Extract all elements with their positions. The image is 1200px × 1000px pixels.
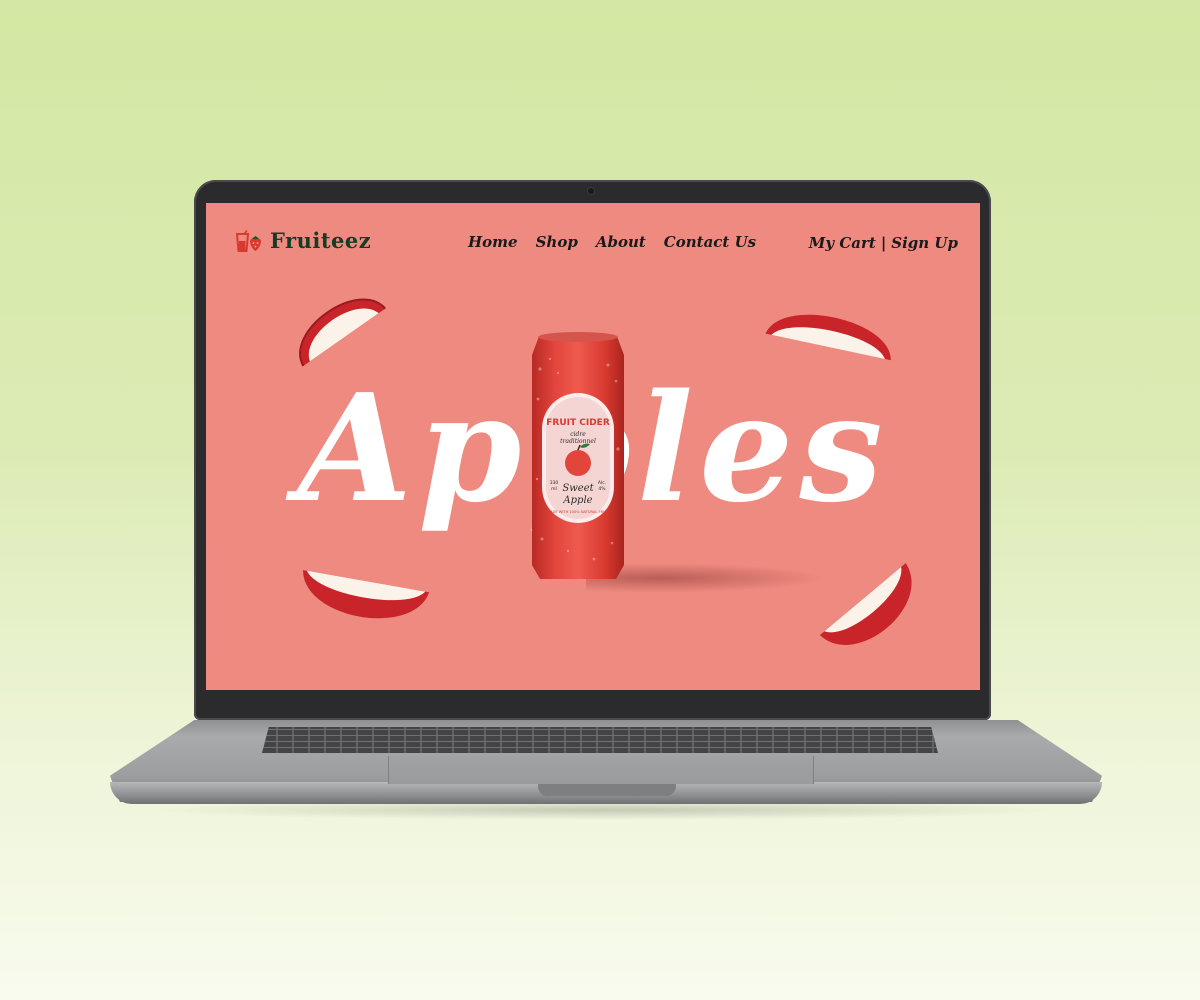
can-ribbon: MADE WITH 100% NATURAL FRUIT	[547, 510, 610, 514]
can-subtitle-1: cidre	[570, 431, 586, 438]
sign-up-link[interactable]: Sign Up	[891, 234, 958, 252]
cider-can: FRUIT CIDER cidre traditionnel 330 ml Al…	[532, 332, 624, 579]
brand-name: Fruiteez	[270, 228, 372, 253]
webcam	[588, 188, 594, 194]
account-separator: |	[880, 234, 887, 252]
laptop-lid: Fruiteez Home Shop About Contact Us My C…	[194, 180, 991, 720]
can-name-2: Apple	[562, 495, 592, 506]
can-title: FRUIT CIDER	[546, 418, 610, 428]
laptop-notch	[538, 784, 676, 796]
can-volume-unit: ml	[551, 486, 557, 492]
laptop-keyboard	[262, 727, 938, 753]
nav-contact-us[interactable]: Contact Us	[664, 233, 756, 251]
account-links: My Cart | Sign Up	[809, 234, 958, 252]
can-alc-value: 4%	[598, 486, 606, 492]
juice-glass-strawberry-icon	[236, 229, 261, 252]
nav-shop[interactable]: Shop	[536, 233, 578, 251]
apple-slice-bottom-left	[303, 570, 430, 619]
site-logo[interactable]: Fruiteez	[236, 228, 371, 253]
can-subtitle-2: traditionnel	[560, 438, 596, 445]
can-name-1: Sweet	[562, 483, 594, 494]
main-nav: Home Shop About Contact Us	[468, 233, 756, 251]
nav-home[interactable]: Home	[468, 233, 518, 251]
my-cart-link[interactable]: My Cart	[809, 234, 876, 252]
laptop-screen: Fruiteez Home Shop About Contact Us My C…	[206, 203, 980, 690]
can-alc-label: Alc.	[598, 480, 606, 486]
laptop-trackpad	[388, 756, 814, 784]
nav-about[interactable]: About	[596, 233, 646, 251]
can-volume: 330	[550, 480, 559, 486]
